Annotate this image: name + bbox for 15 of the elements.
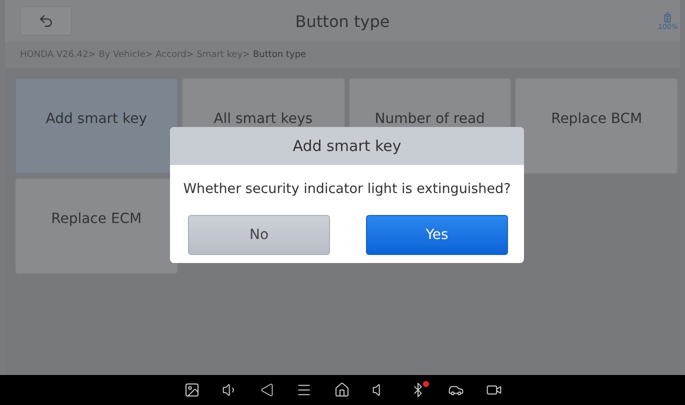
menu-icon[interactable] — [296, 382, 312, 398]
page-title: Button type — [295, 12, 390, 30]
menu-tile[interactable]: Replace ECM — [15, 178, 178, 274]
dialog-title: Add smart key — [170, 127, 524, 165]
undo-arrow-icon — [38, 13, 54, 29]
battery-icon — [662, 12, 674, 22]
menu-tile[interactable]: Add smart key — [15, 78, 178, 174]
cancel-button[interactable]: No — [188, 215, 330, 255]
back-icon[interactable] — [260, 383, 274, 397]
back-button[interactable] — [20, 6, 72, 36]
image-icon[interactable] — [184, 382, 200, 398]
confirm-button[interactable]: Yes — [366, 215, 508, 255]
dialog-message: Whether security indicator light is extinguished? — [182, 180, 512, 199]
home-icon[interactable] — [334, 382, 350, 398]
menu-tile[interactable]: Replace BCM — [515, 78, 678, 174]
